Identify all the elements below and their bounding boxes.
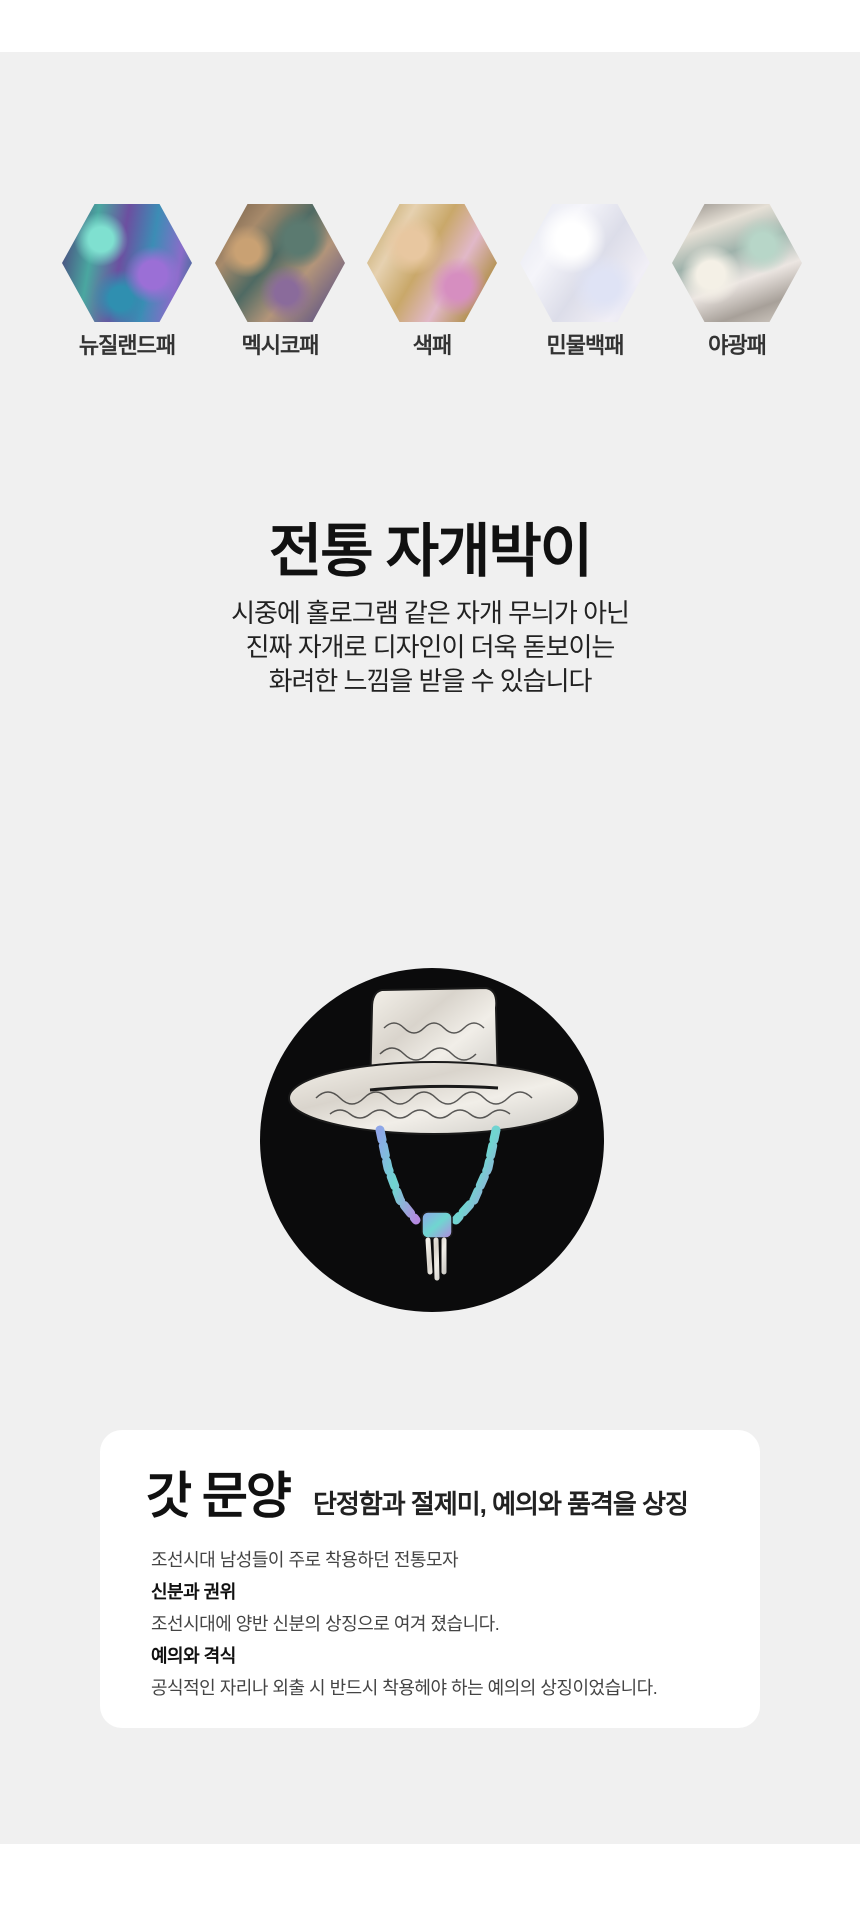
shell-label: 멕시코패 bbox=[241, 333, 320, 358]
section-description: 시중에 홀로그램 같은 자개 무늬가 아닌 진짜 자개로 디자인이 더욱 돋보이… bbox=[0, 596, 860, 698]
shell-label: 야광패 bbox=[708, 333, 767, 358]
content-panel: 뉴질랜드패 멕시코패 색패 민물백패 야광패 전통 자개박이 시중에 홀로그램 … bbox=[0, 52, 860, 1844]
description-line: 진짜 자개로 디자인이 더욱 돋보이는 bbox=[245, 632, 616, 662]
pattern-title: 갓 문양 bbox=[146, 1468, 292, 1524]
shell-label: 색패 bbox=[412, 333, 452, 358]
point-heading: 예의와 격식 bbox=[151, 1646, 236, 1666]
shell-label: 뉴질랜드패 bbox=[78, 333, 176, 358]
pattern-subtitle: 단정함과 절제미, 예의와 품격을 상징 bbox=[313, 1489, 689, 1519]
luminous-shell-icon bbox=[672, 204, 802, 322]
freshwater-white-shell-icon bbox=[520, 204, 650, 322]
point-heading: 신분과 권위 bbox=[151, 1582, 236, 1602]
shell-item-luminous: 야광패 bbox=[672, 204, 802, 360]
shell-item-new-zealand: 뉴질랜드패 bbox=[62, 204, 192, 360]
new-zealand-shell-icon bbox=[62, 204, 192, 322]
shell-item-colored: 색패 bbox=[367, 204, 497, 360]
shell-item-freshwater-white: 민물백패 bbox=[520, 204, 650, 360]
shell-item-mexico: 멕시코패 bbox=[215, 204, 345, 360]
description-line: 화려한 느낌을 받을 수 있습니다 bbox=[268, 666, 593, 696]
description-line: 시중에 홀로그램 같은 자개 무늬가 아닌 bbox=[231, 598, 630, 628]
mexico-shell-icon bbox=[215, 204, 345, 322]
gat-hat-medallion-image bbox=[260, 968, 604, 1312]
pattern-description: 조선시대 남성들이 주로 착용하던 전통모자 신분과 권위 조선시대에 양반 신… bbox=[151, 1544, 741, 1704]
pattern-intro: 조선시대 남성들이 주로 착용하던 전통모자 bbox=[151, 1550, 459, 1570]
point-text: 조선시대에 양반 신분의 상징으로 여겨 졌습니다. bbox=[151, 1614, 500, 1634]
point-text: 공식적인 자리나 외출 시 반드시 착용헤야 하는 예의의 상징이었습니다. bbox=[151, 1678, 658, 1698]
pattern-info-card: 갓 문양 단정함과 절제미, 예의와 품격을 상징 조선시대 남성들이 주로 착… bbox=[100, 1430, 760, 1728]
pattern-title-row: 갓 문양 단정함과 절제미, 예의와 품격을 상징 bbox=[146, 1456, 746, 1528]
shell-label: 민물백패 bbox=[546, 333, 625, 358]
colored-shell-icon bbox=[367, 204, 497, 322]
shell-type-list: 뉴질랜드패 멕시코패 색패 민물백패 야광패 bbox=[0, 204, 860, 364]
section-title: 전통 자개박이 bbox=[268, 519, 593, 584]
